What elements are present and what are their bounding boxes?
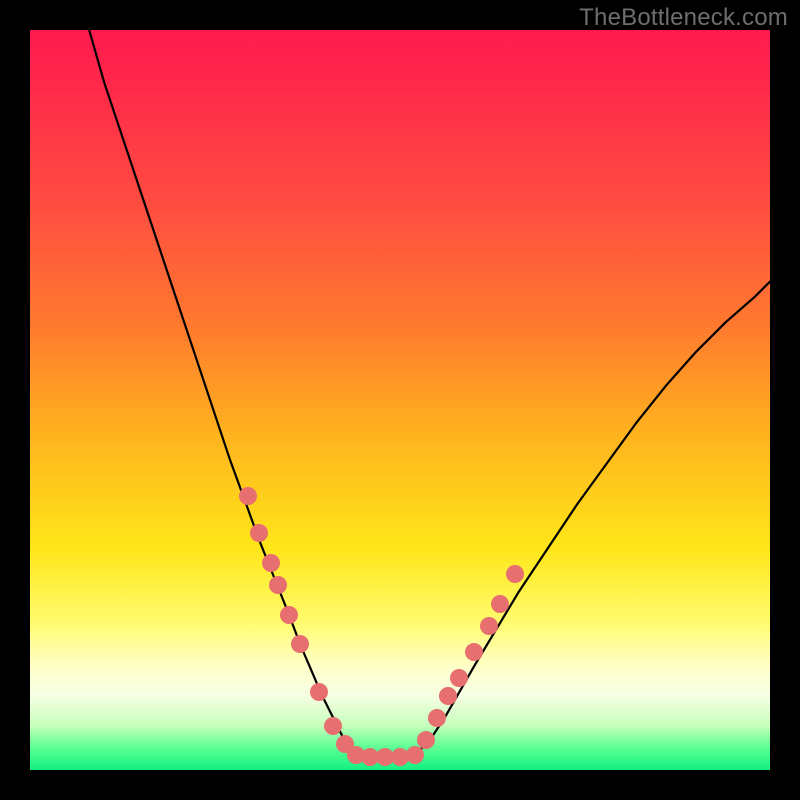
data-dot: [269, 576, 287, 594]
data-dot: [262, 554, 280, 572]
chart-frame: TheBottleneck.com: [0, 0, 800, 800]
data-dot: [406, 746, 424, 764]
data-dot: [291, 635, 309, 653]
data-dot: [324, 717, 342, 735]
data-dot: [506, 565, 524, 583]
data-dot: [310, 683, 328, 701]
data-dot: [450, 669, 468, 687]
data-dot: [239, 487, 257, 505]
data-dot: [428, 709, 446, 727]
data-dot: [250, 524, 268, 542]
data-dot: [417, 731, 435, 749]
data-dot: [439, 687, 457, 705]
watermark-label: TheBottleneck.com: [579, 4, 788, 32]
plot-area: [30, 30, 770, 770]
data-dot: [280, 606, 298, 624]
data-dot: [491, 595, 509, 613]
data-dots-layer: [30, 30, 770, 770]
data-dot: [465, 643, 483, 661]
data-dot: [480, 617, 498, 635]
